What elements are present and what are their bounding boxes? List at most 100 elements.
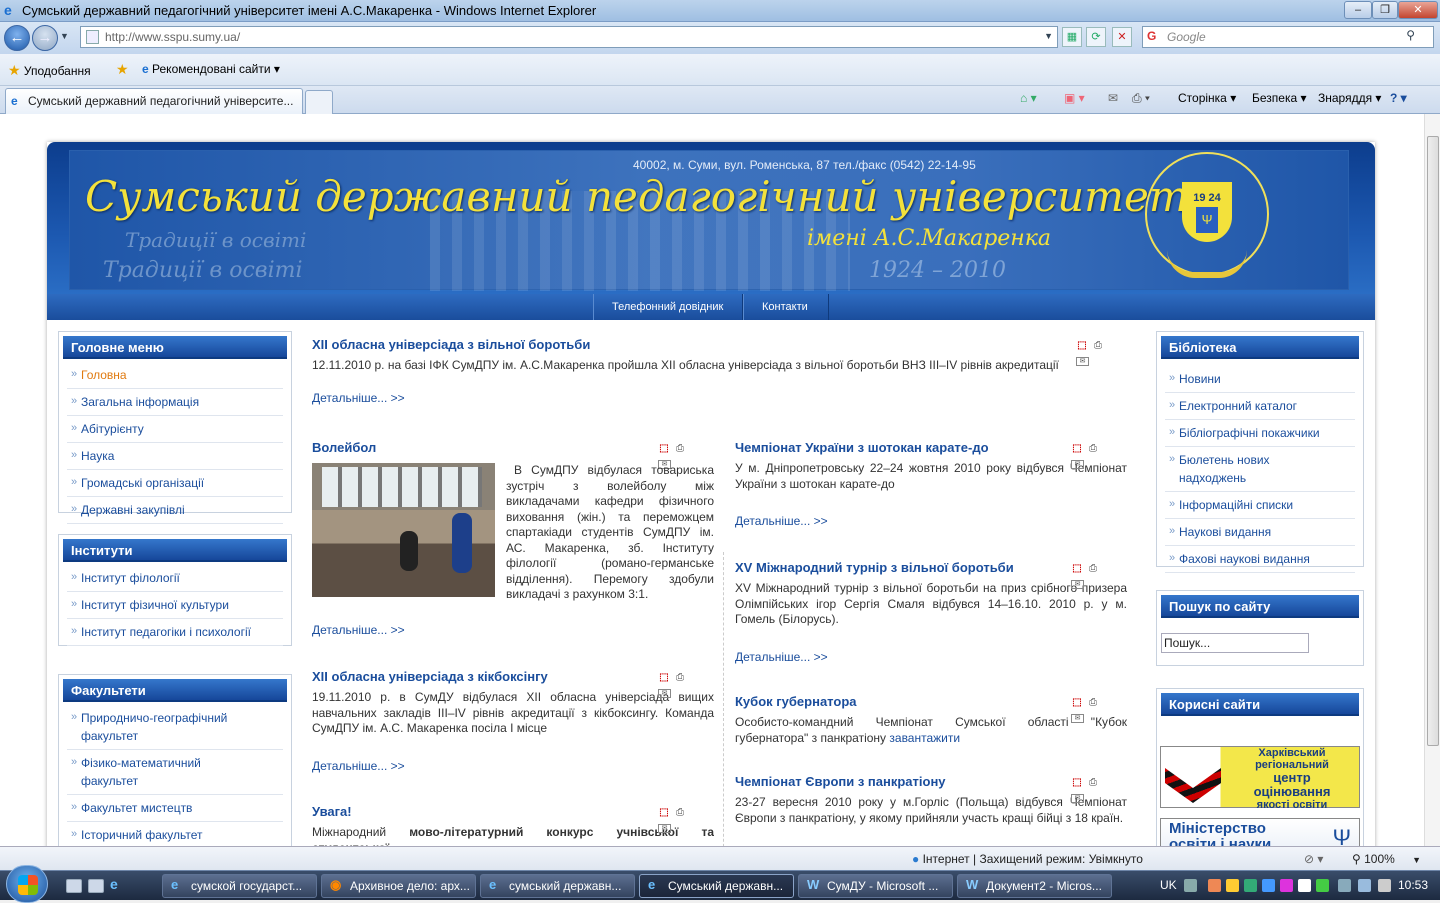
read-more-link[interactable]: Детальніше... >> xyxy=(735,514,828,528)
menu-item-general[interactable]: Загальна інформація xyxy=(67,389,283,416)
switch-windows-icon[interactable] xyxy=(88,879,104,893)
taskbar-item-1[interactable]: e сумской государст... xyxy=(162,874,317,898)
safety-menu[interactable]: Безпека ▾ xyxy=(1252,91,1307,105)
email-icon[interactable]: ✉ xyxy=(1071,460,1084,469)
library-bibliography[interactable]: Бібліографічні покажчики xyxy=(1165,420,1355,447)
keyboard-icon[interactable] xyxy=(1184,879,1197,892)
tray-icon-7[interactable] xyxy=(1316,879,1329,892)
print-icon[interactable]: ⎙ xyxy=(1087,777,1099,789)
taskbar-item-6[interactable]: W Документ2 - Micros... xyxy=(957,874,1112,898)
email-icon[interactable]: ✉ xyxy=(658,824,671,833)
tab-active[interactable]: e Сумський державний педагогічний універс… xyxy=(5,88,303,114)
article-title[interactable]: XII обласна універсіада з вільної бороть… xyxy=(312,337,1132,352)
tray-icon-3[interactable] xyxy=(1244,879,1257,892)
close-button[interactable]: ✕ xyxy=(1398,1,1438,19)
print-icon[interactable]: ⎙ xyxy=(674,672,686,684)
institute-philology[interactable]: Інститут філології xyxy=(67,565,283,592)
tray-icon-4[interactable] xyxy=(1262,879,1275,892)
refresh-icon[interactable]: ⟳ xyxy=(1086,27,1106,47)
back-button[interactable]: ← xyxy=(4,25,30,51)
print-icon[interactable]: ⎙ xyxy=(1087,697,1099,709)
protected-mode-icon[interactable]: ⊘ ▾ xyxy=(1304,852,1323,866)
flag-icon[interactable] xyxy=(1358,879,1371,892)
article-title[interactable]: Кубок губернатора xyxy=(735,694,1127,709)
start-button[interactable] xyxy=(6,865,48,903)
security-zone[interactable]: ● Інтернет | Захищений режим: Увімкнуто xyxy=(912,852,1143,866)
email-icon[interactable]: ✉ xyxy=(1071,794,1084,803)
pdf-icon[interactable]: ⬚ xyxy=(658,672,670,684)
library-info-lists[interactable]: Інформаційні списки xyxy=(1165,492,1355,519)
library-bulletin[interactable]: Бюлетень нових надходжень xyxy=(1165,447,1355,492)
pdf-icon[interactable]: ⬚ xyxy=(1071,563,1083,575)
article-title[interactable]: XII обласна універсіада з кікбоксінгу xyxy=(312,669,714,684)
tray-icon-2[interactable] xyxy=(1226,879,1239,892)
home-icon[interactable]: ⌂ ▾ xyxy=(1020,91,1037,105)
download-link[interactable]: завантажити xyxy=(889,731,960,745)
page-menu[interactable]: Сторінка ▾ xyxy=(1178,91,1236,105)
network-icon[interactable] xyxy=(1338,879,1351,892)
address-dropdown-icon[interactable]: ▼ xyxy=(1044,31,1053,41)
vertical-scrollbar[interactable] xyxy=(1424,114,1440,846)
faculty-physics-math[interactable]: Фізико-математичний факультет xyxy=(67,750,283,795)
faculty-natural-geography[interactable]: Природничо-географічний факультет xyxy=(67,705,283,750)
read-more-link[interactable]: Детальніше... >> xyxy=(312,759,405,773)
institute-physical-culture[interactable]: Інститут фізичної культури xyxy=(67,592,283,619)
pdf-icon[interactable]: ⬚ xyxy=(658,443,670,455)
print-icon[interactable]: ⎙ xyxy=(1087,443,1099,455)
feeds-icon[interactable]: ▣ ▾ xyxy=(1064,91,1085,105)
taskbar-item-5[interactable]: W СумДУ - Microsoft ... xyxy=(798,874,953,898)
email-icon[interactable]: ✉ xyxy=(1071,580,1084,589)
compat-view-icon[interactable]: ▦ xyxy=(1062,27,1082,47)
print-icon[interactable]: ⎙ xyxy=(1087,563,1099,575)
menu-item-procurement[interactable]: Державні закупівлі xyxy=(67,497,283,524)
nav-phone-directory[interactable]: Телефонний довідник xyxy=(593,294,743,320)
language-indicator[interactable]: UK xyxy=(1160,878,1177,892)
print-icon[interactable]: ⎙ ▾ xyxy=(1132,91,1150,106)
site-search-input[interactable]: Пошук... xyxy=(1161,633,1309,653)
menu-item-applicant[interactable]: Абітурієнту xyxy=(67,416,283,443)
print-icon[interactable]: ⎙ xyxy=(674,807,686,819)
tray-icon-6[interactable] xyxy=(1298,879,1311,892)
email-icon[interactable]: ✉ xyxy=(658,689,671,698)
email-icon[interactable]: ✉ xyxy=(1071,714,1084,723)
faculty-history[interactable]: Історичний факультет xyxy=(67,822,283,846)
address-input[interactable]: http://www.sspu.sumy.ua/ ▼ xyxy=(80,26,1058,48)
clock[interactable]: 10:53 xyxy=(1398,878,1428,892)
menu-item-science[interactable]: Наука xyxy=(67,443,283,470)
stop-icon[interactable]: ✕ xyxy=(1112,27,1132,47)
taskbar-item-3[interactable]: e сумський державн... xyxy=(480,874,635,898)
article-title[interactable]: Чемпіонат України з шотокан карате-до xyxy=(735,440,1127,455)
search-input[interactable]: G Google ⚲ xyxy=(1142,26,1434,48)
add-favorites-icon[interactable]: ★ xyxy=(116,61,129,78)
library-professional-pubs[interactable]: Фахові наукові видання xyxy=(1165,546,1355,573)
volume-icon[interactable] xyxy=(1378,879,1391,892)
tray-icon-5[interactable] xyxy=(1280,879,1293,892)
search-icon[interactable]: ⚲ xyxy=(1406,28,1415,42)
print-icon[interactable]: ⎙ xyxy=(1092,340,1104,352)
kharkiv-center-banner[interactable]: Харківський регіональний центр оцінюванн… xyxy=(1160,746,1360,811)
nav-contacts[interactable]: Контакти xyxy=(743,294,829,320)
scroll-thumb[interactable] xyxy=(1427,136,1439,746)
library-scientific-pubs[interactable]: Наукові видання xyxy=(1165,519,1355,546)
taskbar-item-2[interactable]: ◉ Архивное дело: арх... xyxy=(321,874,476,898)
forward-button[interactable]: → xyxy=(32,25,58,51)
pdf-icon[interactable]: ⬚ xyxy=(1071,443,1083,455)
pdf-icon[interactable]: ⬚ xyxy=(1071,697,1083,709)
new-tab-button[interactable] xyxy=(305,90,333,114)
library-news[interactable]: Новини xyxy=(1165,366,1355,393)
pdf-icon[interactable]: ⬚ xyxy=(1076,340,1088,352)
history-dropdown-icon[interactable]: ▼ xyxy=(60,31,69,41)
maximize-button[interactable]: ❐ xyxy=(1372,1,1398,19)
tray-icon-1[interactable] xyxy=(1208,879,1221,892)
faculty-arts[interactable]: Факультет мистецтв xyxy=(67,795,283,822)
zoom-level[interactable]: ⚲ 100% ▼ xyxy=(1352,852,1421,866)
menu-item-public-orgs[interactable]: Громадські організації xyxy=(67,470,283,497)
ie-quicklaunch-icon[interactable]: e xyxy=(110,876,126,892)
read-more-link[interactable]: Детальніше... >> xyxy=(735,650,828,664)
library-catalog[interactable]: Електронний каталог xyxy=(1165,393,1355,420)
pdf-icon[interactable]: ⬚ xyxy=(658,807,670,819)
print-icon[interactable]: ⎙ xyxy=(674,443,686,455)
tools-menu[interactable]: Знаряддя ▾ xyxy=(1318,91,1381,105)
favorites-button[interactable]: ★ Уподобання xyxy=(8,62,91,79)
ministry-banner[interactable]: Міністерство освіти і науки Ψ xyxy=(1160,818,1360,846)
